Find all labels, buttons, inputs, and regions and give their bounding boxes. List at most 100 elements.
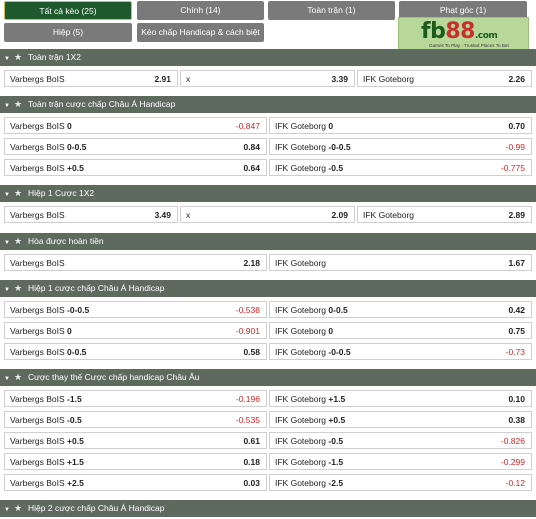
odds-cell[interactable]: IFK Goteborg 0 0.75 <box>269 322 532 339</box>
odds-value: -0.299 <box>500 457 525 467</box>
odds-cell[interactable]: IFK Goteborg -1.5 -0.299 <box>269 453 532 470</box>
team-name: Varbergs BoIS <box>10 142 65 152</box>
section-header[interactable]: ▼ ★ Hòa được hoàn tiền <box>0 233 536 250</box>
section-header[interactable]: ▼ ★ Hiệp 2 cược chấp Châu Á Handicap <box>0 500 536 517</box>
odds-section: ▼ ★ Hiệp 1 cược chấp Châu Á Handicap Varber… <box>0 280 536 360</box>
collapse-caret-icon[interactable]: ▼ <box>4 282 10 299</box>
collapse-caret-icon[interactable]: ▼ <box>4 98 10 115</box>
odds-value: 2.26 <box>508 74 525 84</box>
collapse-caret-icon[interactable]: ▼ <box>4 187 10 204</box>
selection-label: Varbergs BoIS +2.5 <box>10 475 84 492</box>
selection-label: IFK Goteborg -0.5 <box>275 433 343 450</box>
odds-cell[interactable]: IFK Goteborg +0.5 0.38 <box>269 411 532 428</box>
odds-cell[interactable]: IFK Goteborg 2.26 <box>357 70 532 87</box>
odds-value: 0.64 <box>243 163 260 173</box>
handicap-line: -0-0.5 <box>67 305 90 315</box>
tab-all-markets[interactable]: Tất cả kèo (25) <box>4 1 132 20</box>
tab-handicap[interactable]: Kèo chấp Handicap & cách biệt (3) <box>137 23 264 56</box>
favorite-star-icon[interactable]: ★ <box>14 280 22 297</box>
selection-label: Varbergs BoIS -0.5 <box>10 412 82 429</box>
selection-label: x <box>186 71 190 88</box>
team-name: IFK Goteborg <box>275 436 327 446</box>
favorite-star-icon[interactable]: ★ <box>14 49 22 66</box>
team-name: IFK Goteborg <box>363 74 415 84</box>
odds-cell[interactable]: Varbergs BoIS -0.5 -0.535 <box>4 411 267 428</box>
odds-cell[interactable]: IFK Goteborg -0-0.5 -0.99 <box>269 138 532 155</box>
odds-cell[interactable]: Varbergs BoIS +2.5 0.03 <box>4 474 267 491</box>
section-title: Hòa được hoàn tiền <box>28 236 104 246</box>
favorite-star-icon[interactable]: ★ <box>14 369 22 386</box>
handicap-line: -0.5 <box>67 415 82 425</box>
odds-cell[interactable]: Varbergs BoIS 3.49 <box>4 206 178 223</box>
odds-cell[interactable]: IFK Goteborg -0-0.5 -0.73 <box>269 343 532 360</box>
section-header[interactable]: ▼ ★ Cược thay thế Cược chấp handicap Châu … <box>0 369 536 386</box>
odds-cell-draw[interactable]: x 2.09 <box>180 206 355 223</box>
handicap-line: -0.5 <box>328 436 344 446</box>
favorite-star-icon[interactable]: ★ <box>14 233 22 250</box>
odds-cell[interactable]: Varbergs BoIS +0.5 0.61 <box>4 432 267 449</box>
selection-label: IFK Goteborg 0-0.5 <box>275 302 348 319</box>
team-name: Varbergs BoIS <box>10 163 65 173</box>
odds-cell[interactable]: Varbergs BoIS +0.5 0.64 <box>4 159 267 176</box>
section-header[interactable]: ▼ ★ Toàn trận cược chấp Châu Á Handicap <box>0 96 536 113</box>
tab-main[interactable]: Chính (14) <box>137 1 264 20</box>
team-name: IFK Goteborg <box>275 163 327 173</box>
odds-cell[interactable]: IFK Goteborg 0 0.70 <box>269 117 532 134</box>
odds-value: 1.67 <box>508 258 525 268</box>
team-name: IFK Goteborg <box>275 478 327 488</box>
selection-label: Varbergs BoIS <box>10 255 65 272</box>
section-header[interactable]: ▼ ★ Toàn trận 1X2 <box>0 49 536 66</box>
odds-cell[interactable]: IFK Goteborg 0-0.5 0.42 <box>269 301 532 318</box>
favorite-star-icon[interactable]: ★ <box>14 96 22 113</box>
odds-value: 3.39 <box>331 74 348 84</box>
team-name: IFK Goteborg <box>275 457 327 467</box>
odds-cell[interactable]: IFK Goteborg 1.67 <box>269 254 532 271</box>
section-header[interactable]: ▼ ★ Hiệp 1 cược chấp Châu Á Handicap <box>0 280 536 297</box>
market-tabs: Tất cả kèo (25) Chính (14) Toàn trận (1)… <box>0 0 536 56</box>
odds-value: 0.03 <box>243 478 260 488</box>
odds-cell[interactable]: IFK Goteborg -0.5 -0.775 <box>269 159 532 176</box>
handicap-line: 0 <box>67 326 72 336</box>
team-name: Varbergs BoIS <box>10 415 65 425</box>
selection-label: x <box>186 207 190 224</box>
team-name: IFK Goteborg <box>275 394 327 404</box>
tab-full-time[interactable]: Toàn trận (1) <box>268 1 395 20</box>
handicap-line: 0-0.5 <box>67 142 87 152</box>
odds-section: ▼ ★ Cược thay thế Cược chấp handicap Châu … <box>0 369 536 491</box>
odds-cell[interactable]: IFK Goteborg -0.5 -0.826 <box>269 432 532 449</box>
handicap-line: -0-0.5 <box>328 347 351 357</box>
selection-label: Varbergs BoIS -1.5 <box>10 391 82 408</box>
team-name: IFK Goteborg <box>275 121 327 131</box>
odds-cell[interactable]: Varbergs BoIS 2.91 <box>4 70 178 87</box>
favorite-star-icon[interactable]: ★ <box>14 185 22 202</box>
handicap-line: +2.5 <box>67 478 84 488</box>
section-title: Hiệp 1 Cược 1X2 <box>28 188 95 198</box>
odds-cell-draw[interactable]: x 3.39 <box>180 70 355 87</box>
selection-label: IFK Goteborg -1.5 <box>275 454 343 471</box>
odds-cell[interactable]: Varbergs BoIS -0-0.5 -0.538 <box>4 301 267 318</box>
collapse-caret-icon[interactable]: ▼ <box>4 502 10 519</box>
section-header[interactable]: ▼ ★ Hiệp 1 Cược 1X2 <box>0 185 536 202</box>
fb88-logo[interactable]: fb88.com Games To Play · Trusted Places … <box>398 17 529 50</box>
odds-cell[interactable]: Varbergs BoIS 2.18 <box>4 254 267 271</box>
odds-cell[interactable]: Varbergs BoIS 0 -0.901 <box>4 322 267 339</box>
odds-cell[interactable]: Varbergs BoIS 0-0.5 0.58 <box>4 343 267 360</box>
odds-cell[interactable]: Varbergs BoIS 0 -0.847 <box>4 117 267 134</box>
tab-halves[interactable]: Hiệp (5) <box>4 23 132 42</box>
section-title: Hiệp 2 cược chấp Châu Á Handicap <box>28 503 165 513</box>
odds-cell[interactable]: Varbergs BoIS -1.5 -0.196 <box>4 390 267 407</box>
favorite-star-icon[interactable]: ★ <box>14 500 22 517</box>
collapse-caret-icon[interactable]: ▼ <box>4 371 10 388</box>
selection-label: IFK Goteborg 0 <box>275 118 333 135</box>
logo-tagline: Games To Play · Trusted Places To Bet <box>429 43 509 48</box>
collapse-caret-icon[interactable]: ▼ <box>4 51 10 68</box>
odds-cell[interactable]: IFK Goteborg -2.5 -0.12 <box>269 474 532 491</box>
odds-cell[interactable]: IFK Goteborg +1.5 0.10 <box>269 390 532 407</box>
odds-cell[interactable]: IFK Goteborg 2.89 <box>357 206 532 223</box>
collapse-caret-icon[interactable]: ▼ <box>4 235 10 252</box>
odds-cell[interactable]: Varbergs BoIS 0-0.5 0.84 <box>4 138 267 155</box>
selection-label: IFK Goteborg +1.5 <box>275 391 345 408</box>
odds-cell[interactable]: Varbergs BoIS +1.5 0.18 <box>4 453 267 470</box>
odds-section: ▼ ★ Hiệp 1 Cược 1X2 Varbergs BoIS 3.49 x 2.09 I… <box>0 185 536 223</box>
selection-label: Varbergs BoIS +0.5 <box>10 433 84 450</box>
